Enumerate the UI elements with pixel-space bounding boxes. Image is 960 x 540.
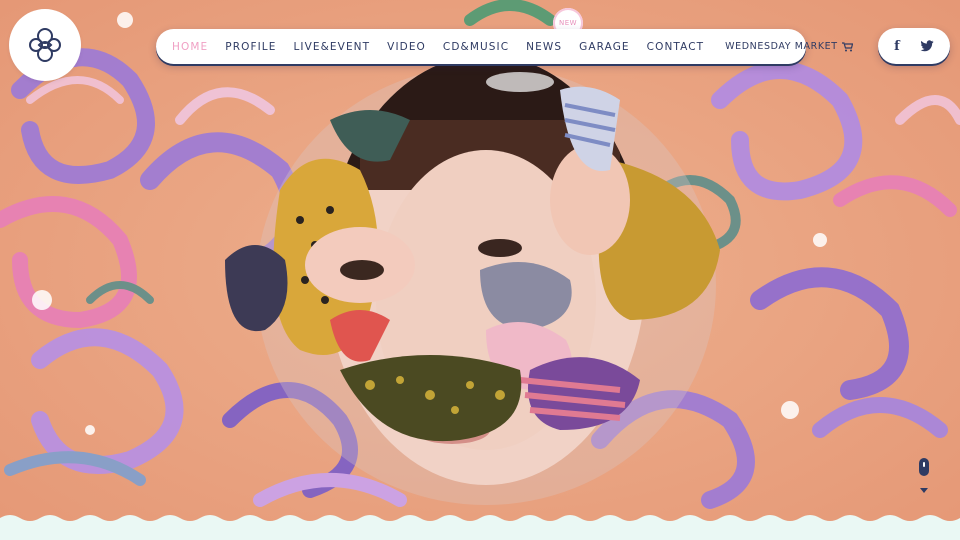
nav-item-garage[interactable]: GARAGE: [579, 41, 630, 53]
facebook-icon[interactable]: f: [894, 39, 900, 54]
hero-stage: NEW HOME PROFILE LIVE&EVENT VIDEO CD&MUS…: [0, 0, 960, 540]
cart-icon: [841, 41, 853, 51]
main-nav: HOME PROFILE LIVE&EVENT VIDEO CD&MUSIC N…: [156, 29, 853, 64]
flower-knot-logo-icon: [29, 28, 61, 62]
twitter-bird-icon[interactable]: [920, 40, 934, 52]
nav-item-video[interactable]: VIDEO: [387, 41, 426, 53]
new-badge-label: NEW: [558, 19, 578, 27]
nav-item-news[interactable]: NEWS: [526, 41, 562, 53]
site-logo[interactable]: [12, 12, 78, 78]
nav-item-wednesday-market[interactable]: WEDNESDAY MARKET: [725, 41, 853, 52]
nav-item-profile[interactable]: PROFILE: [225, 41, 276, 53]
painted-swirl-background: [0, 0, 960, 540]
wednesday-market-label: WEDNESDAY MARKET: [725, 41, 838, 52]
nav-item-home[interactable]: HOME: [172, 41, 208, 53]
nav-item-cd-music[interactable]: CD&MUSIC: [443, 41, 509, 53]
social-links: f: [878, 28, 950, 64]
nav-item-contact[interactable]: CONTACT: [647, 41, 705, 53]
scroll-down-indicator[interactable]: [918, 458, 930, 496]
nav-item-live-event[interactable]: LIVE&EVENT: [293, 41, 370, 53]
